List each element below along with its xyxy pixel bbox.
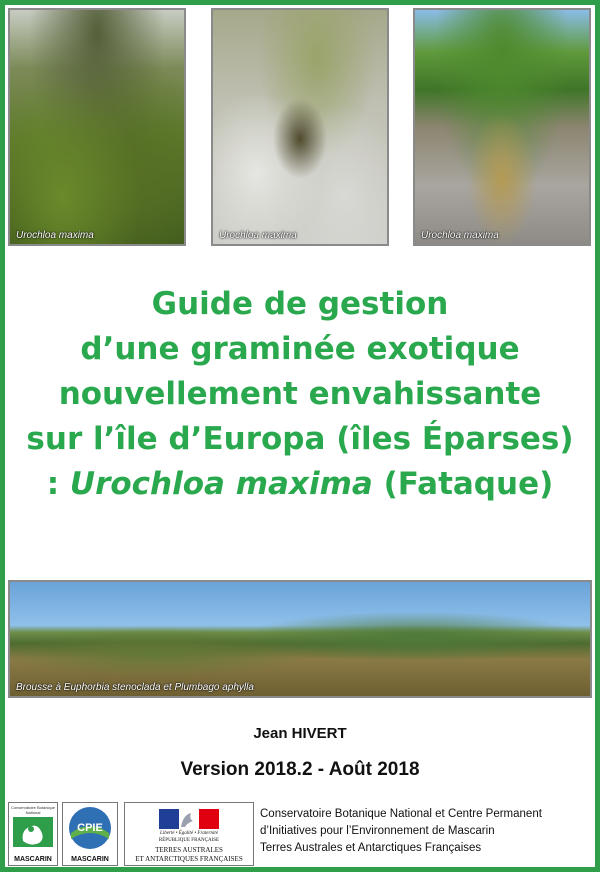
photo-urochloa-2: Urochloa maxima <box>211 8 389 246</box>
title-line-2: d’une graminée exotique <box>80 331 520 367</box>
title-line-1: Guide de gestion <box>151 286 449 322</box>
org-line-1: Conservatoire Botanique National et Cent… <box>260 808 542 820</box>
marianne-flag-icon <box>159 809 219 829</box>
title-line-3: nouvellement envahissante <box>58 376 542 412</box>
species-name: Urochloa maxima <box>69 466 373 502</box>
cbn-mascarin-logo: Conservatoire Botanique National MASCARI… <box>8 802 58 866</box>
cbn-logo-bottom-text: MASCARIN <box>14 856 52 863</box>
title-line-4: sur l’île d’Europa (îles Éparses) <box>26 421 574 457</box>
org-line-2: d’Initiatives pour l’Environnement de Ma… <box>260 825 495 837</box>
document-title: Guide de gestion d’une graminée exotique… <box>20 282 580 507</box>
photo-caption: Urochloa maxima <box>16 230 94 241</box>
version: Version 2018.2 - Août 2018 <box>180 759 420 780</box>
title-suffix: (Fataque) <box>372 466 554 502</box>
rf-name: RÉPUBLIQUE FRANÇAISE <box>158 838 220 843</box>
landscape-photo: Brousse à Euphorbia stenoclada et Plumba… <box>8 580 592 698</box>
island-icon <box>13 817 53 847</box>
author: Jean HIVERT <box>253 725 347 742</box>
taaf-name-line-2: ET ANTARCTIQUES FRANÇAISES <box>135 855 243 863</box>
cpie-emblem-icon: CPIE <box>69 807 111 849</box>
svg-text:CPIE: CPIE <box>77 822 103 834</box>
cpie-logo-bottom-text: MASCARIN <box>71 856 109 863</box>
photo-caption: Urochloa maxima <box>219 230 297 241</box>
title-prefix: : <box>46 466 70 502</box>
org-line-3: Terres Australes et Antarctiques Françai… <box>260 842 482 854</box>
photo-urochloa-3: Urochloa maxima <box>413 8 591 246</box>
cpie-mascarin-logo: CPIE MASCARIN <box>62 802 118 866</box>
taaf-name-line-1: TERRES AUSTRALES <box>155 846 223 854</box>
title-line-5: : Urochloa maxima (Fataque) <box>20 462 580 507</box>
taaf-logo: Liberté • Égalité • Fraternité RÉPUBLIQU… <box>124 802 254 866</box>
photo-caption: Urochloa maxima <box>421 230 499 241</box>
photo-urochloa-1: Urochloa maxima <box>8 8 186 246</box>
organizations: Conservatoire Botanique National et Cent… <box>260 806 594 857</box>
rf-motto: Liberté • Égalité • Fraternité <box>160 831 218 836</box>
landscape-caption: Brousse à Euphorbia stenoclada et Plumba… <box>16 682 254 693</box>
